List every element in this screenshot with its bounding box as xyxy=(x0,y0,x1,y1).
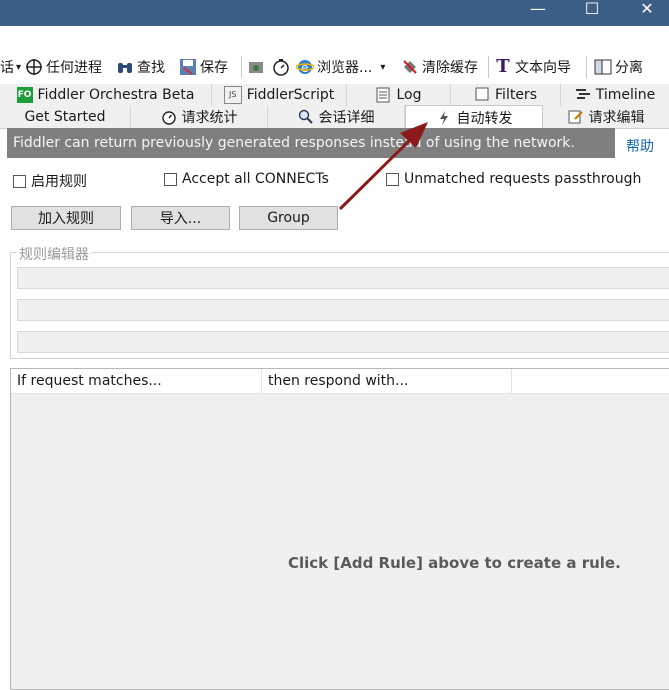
column-header-respond[interactable]: then respond with... xyxy=(262,369,512,393)
checkbox-label: 启用规则 xyxy=(31,174,87,190)
add-rule-button[interactable]: 加入规则 xyxy=(11,206,121,230)
browser-button[interactable]: e 浏览器... ▾ xyxy=(295,56,386,78)
accept-connects-checkbox[interactable]: Accept all CONNECTs xyxy=(164,171,329,187)
tab-label: 自动转发 xyxy=(456,110,513,127)
tab-label: 请求编辑 xyxy=(588,110,645,126)
toolbar: 话 ▾ 任何进程 查找 保存 e 浏览器... ▾ 清除缓存 T 文本向导 分离 xyxy=(0,50,669,84)
tab-row-top: FO Fiddler Orchestra Beta JS FiddlerScri… xyxy=(0,84,669,107)
tab-label: Fiddler Orchestra Beta xyxy=(37,87,195,103)
clear-cache-icon xyxy=(401,58,419,76)
toolbar-separator xyxy=(488,56,489,78)
edit-icon xyxy=(568,109,584,125)
tab-autoresponder[interactable]: 自动转发 xyxy=(405,105,543,129)
camera-icon xyxy=(247,58,265,76)
ie-icon: e xyxy=(295,58,315,76)
tab-label: FiddlerScript xyxy=(246,87,335,103)
clear-cache-button[interactable]: 清除缓存 xyxy=(401,56,478,78)
tab-filters[interactable]: Filters xyxy=(451,84,561,106)
group-button[interactable]: Group xyxy=(239,206,338,230)
tab-fiddlerscript[interactable]: JS FiddlerScript xyxy=(212,84,347,106)
rules-list-header: If request matches... then respond with.… xyxy=(11,369,669,394)
tearoff-button[interactable]: 分离 xyxy=(594,56,643,78)
tearoff-icon xyxy=(594,58,612,76)
dropdown-arrow-icon: ▾ xyxy=(380,61,386,73)
checkbox-box[interactable] xyxy=(386,172,399,186)
text-wizard-icon: T xyxy=(496,56,510,77)
unmatched-passthrough-checkbox[interactable]: Unmatched requests passthrough xyxy=(386,171,641,187)
save-button[interactable]: 保存 xyxy=(179,56,228,78)
rules-list[interactable] xyxy=(10,368,669,690)
text-wizard-label: 文本向导 xyxy=(515,60,571,76)
fiddler-orchestra-icon: FO xyxy=(16,87,33,103)
tab-fiddler-orchestra[interactable]: FO Fiddler Orchestra Beta xyxy=(0,84,212,106)
tab-log[interactable]: Log xyxy=(347,84,451,106)
minimize-button[interactable]: — xyxy=(516,0,560,20)
checkbox-label: Unmatched requests passthrough xyxy=(404,171,642,187)
enable-rules-checkbox[interactable]: 启用规则 xyxy=(13,171,87,191)
binoculars-icon xyxy=(116,58,134,76)
screenshot-button[interactable] xyxy=(247,56,268,78)
tab-label: Filters xyxy=(495,87,537,103)
rule-editor-legend: 规则编辑器 xyxy=(17,244,91,264)
column-header-match[interactable]: If request matches... xyxy=(11,369,262,393)
import-button[interactable]: 导入... xyxy=(131,206,230,230)
match-input[interactable] xyxy=(17,267,669,289)
tab-composer[interactable]: 请求编辑 xyxy=(543,106,669,128)
close-button[interactable]: ✕ xyxy=(625,0,669,20)
any-process-label: 任何进程 xyxy=(46,60,102,76)
find-label: 查找 xyxy=(137,60,165,76)
timer-button[interactable] xyxy=(272,56,293,78)
lightning-icon xyxy=(436,110,452,126)
tab-row-bottom: Get Started 请求统计 会话详细 自动转发 请求编辑 xyxy=(0,105,669,129)
help-link[interactable]: 帮助 xyxy=(626,136,654,156)
empty-list-message: Click [Add Rule] above to create a rule. xyxy=(288,554,621,572)
rule-extra-input[interactable] xyxy=(17,331,669,353)
tab-label: Get Started xyxy=(24,109,106,125)
svg-text:e: e xyxy=(301,61,308,75)
tab-statistics[interactable]: 请求统计 xyxy=(131,106,268,128)
toolbar-truncated-item[interactable]: 话 ▾ xyxy=(0,56,21,78)
timeline-icon xyxy=(575,87,591,103)
checkbox-icon xyxy=(474,87,490,103)
inspect-icon xyxy=(298,109,314,125)
crosshair-icon xyxy=(25,58,43,76)
browser-label: 浏览器... xyxy=(317,60,373,76)
toolbar-truncated-label: 话 xyxy=(0,60,14,76)
checkbox-box[interactable] xyxy=(164,172,177,186)
any-process-button[interactable]: 任何进程 xyxy=(25,56,102,78)
checkbox-label: Accept all CONNECTs xyxy=(182,171,329,187)
timer-icon xyxy=(272,58,290,76)
tab-label: Log xyxy=(396,87,422,103)
dropdown-arrow-icon: ▾ xyxy=(16,61,22,73)
find-button[interactable]: 查找 xyxy=(116,56,165,78)
tab-inspectors[interactable]: 会话详细 xyxy=(268,106,405,128)
checkbox-box[interactable] xyxy=(13,174,26,188)
log-icon xyxy=(375,87,391,103)
script-icon: JS xyxy=(223,86,242,104)
tab-label: 请求统计 xyxy=(181,110,238,126)
timer-icon xyxy=(161,109,177,125)
info-banner: Fiddler can return previously generated … xyxy=(7,128,615,158)
text-wizard-button[interactable]: T 文本向导 xyxy=(494,56,571,78)
save-icon xyxy=(179,58,197,76)
tab-get-started[interactable]: Get Started xyxy=(0,106,131,128)
tab-timeline[interactable]: Timeline xyxy=(561,84,669,106)
tearoff-label: 分离 xyxy=(615,60,643,76)
tab-label: Timeline xyxy=(595,87,656,103)
toolbar-separator xyxy=(241,56,242,78)
tab-label: 会话详细 xyxy=(318,110,375,126)
clear-cache-label: 清除缓存 xyxy=(422,60,478,76)
toolbar-separator xyxy=(586,56,587,78)
title-bar: — ☐ ✕ xyxy=(0,0,669,26)
maximize-button[interactable]: ☐ xyxy=(570,0,614,20)
action-input[interactable] xyxy=(17,299,669,321)
save-label: 保存 xyxy=(200,60,228,76)
